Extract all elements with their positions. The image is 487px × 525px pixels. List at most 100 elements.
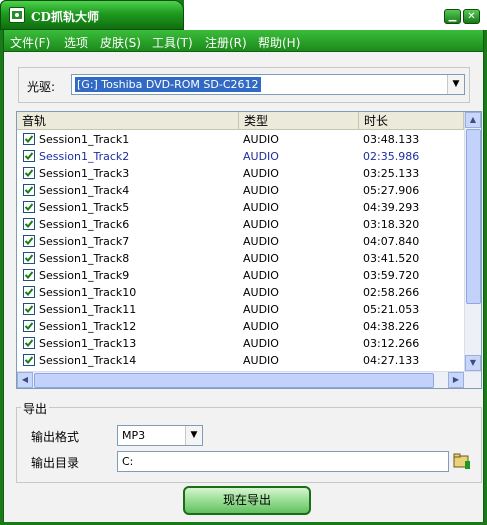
table-row[interactable]: Session1_Track1 AUDIO 03:48.133 <box>17 131 464 148</box>
scroll-down-button[interactable]: ▼ <box>465 355 481 371</box>
menu-help[interactable]: 帮助(H) <box>258 34 300 51</box>
vertical-scrollbar[interactable]: ▲ ▼ <box>464 112 481 371</box>
track-duration: 03:41.520 <box>363 252 420 265</box>
track-checkbox[interactable] <box>23 235 35 247</box>
track-checkbox[interactable] <box>23 252 35 264</box>
menu-tools[interactable]: 工具(T) <box>152 34 193 51</box>
track-duration: 03:18.320 <box>363 218 420 231</box>
track-duration: 05:27.906 <box>363 184 420 197</box>
track-type: AUDIO <box>243 252 279 265</box>
checkmark-icon <box>24 186 34 194</box>
column-header-duration[interactable]: 时长 <box>359 112 464 130</box>
close-button[interactable]: ✕ <box>463 9 480 24</box>
drive-dropdown-button[interactable]: ▼ <box>447 75 464 94</box>
track-checkbox[interactable] <box>23 201 35 213</box>
arrow-up-icon: ▲ <box>469 115 477 124</box>
folder-icon <box>453 453 470 469</box>
checkmark-icon <box>24 305 34 313</box>
format-select[interactable]: MP3 ▼ <box>117 425 203 446</box>
track-name: Session1_Track4 <box>39 184 130 197</box>
format-label: 输出格式 <box>31 430 80 444</box>
track-name: Session1_Track9 <box>39 269 130 282</box>
table-row[interactable]: Session1_Track12 AUDIO 04:38.226 <box>17 318 464 335</box>
table-row[interactable]: Session1_Track3 AUDIO 03:25.133 <box>17 165 464 182</box>
track-checkbox[interactable] <box>23 167 35 179</box>
client-area: 文件(F) 选项 皮肤(S) 工具(T) 注册(R) 帮助(H) 光驱: [G:… <box>3 30 484 522</box>
track-checkbox[interactable] <box>23 303 35 315</box>
format-dropdown-button[interactable]: ▼ <box>185 426 202 445</box>
table-row[interactable]: Session1_Track5 AUDIO 04:39.293 <box>17 199 464 216</box>
track-checkbox[interactable] <box>23 320 35 332</box>
export-legend: 导出 <box>21 400 50 417</box>
scroll-left-button[interactable]: ◀ <box>17 372 33 388</box>
scroll-up-button[interactable]: ▲ <box>465 112 481 128</box>
track-checkbox[interactable] <box>23 286 35 298</box>
arrow-down-icon: ▼ <box>469 358 477 367</box>
table-row[interactable]: Session1_Track10 AUDIO 02:58.266 <box>17 284 464 301</box>
track-duration: 04:38.226 <box>363 320 420 333</box>
checkmark-icon <box>24 203 34 211</box>
export-now-button[interactable]: 现在导出 <box>183 486 311 515</box>
scroll-right-button[interactable]: ▶ <box>448 372 464 388</box>
track-checkbox[interactable] <box>23 218 35 230</box>
track-list[interactable]: 音轨 类型 时长 Session1_Track1 AUDIO 03:48.133 Se… <box>16 111 482 389</box>
track-type: AUDIO <box>243 320 279 333</box>
title-bar[interactable]: CD抓轨大师 ▁ ✕ <box>0 0 487 30</box>
table-row[interactable]: Session1_Track13 AUDIO 03:12.266 <box>17 335 464 352</box>
track-name: Session1_Track13 <box>39 337 137 350</box>
track-checkbox[interactable] <box>23 337 35 349</box>
track-type: AUDIO <box>243 337 279 350</box>
vertical-scroll-thumb[interactable] <box>466 129 481 304</box>
column-header-track[interactable]: 音轨 <box>17 112 239 130</box>
track-duration: 03:48.133 <box>363 133 420 146</box>
table-row[interactable]: Session1_Track4 AUDIO 05:27.906 <box>17 182 464 199</box>
checkmark-icon <box>24 152 34 160</box>
track-type: AUDIO <box>243 184 279 197</box>
track-type: AUDIO <box>243 218 279 231</box>
table-row[interactable]: Session1_Track2 AUDIO 02:35.986 <box>17 148 464 165</box>
track-type: AUDIO <box>243 201 279 214</box>
track-name: Session1_Track5 <box>39 201 130 214</box>
browse-folder-button[interactable] <box>453 452 471 470</box>
export-group: 导出 输出格式 MP3 ▼ 输出目录 C: <box>16 400 482 483</box>
track-name: Session1_Track7 <box>39 235 130 248</box>
track-checkbox[interactable] <box>23 184 35 196</box>
title-bar-space: ▁ ✕ <box>184 0 487 30</box>
chevron-down-icon: ▼ <box>190 430 198 440</box>
track-duration: 04:07.840 <box>363 235 420 248</box>
column-header-type[interactable]: 类型 <box>239 112 359 130</box>
menu-file[interactable]: 文件(F) <box>10 34 50 51</box>
track-name: Session1_Track8 <box>39 252 130 265</box>
menu-skin[interactable]: 皮肤(S) <box>100 34 141 51</box>
track-checkbox[interactable] <box>23 269 35 281</box>
track-duration: 04:27.133 <box>363 354 420 367</box>
checkmark-icon <box>24 339 34 347</box>
track-duration: 03:25.133 <box>363 167 420 180</box>
menu-options[interactable]: 选项 <box>64 34 88 51</box>
arrow-right-icon: ▶ <box>452 375 460 384</box>
track-name: Session1_Track11 <box>39 303 137 316</box>
track-type: AUDIO <box>243 167 279 180</box>
checkmark-icon <box>24 169 34 177</box>
track-checkbox[interactable] <box>23 133 35 145</box>
table-row[interactable]: Session1_Track14 AUDIO 04:27.133 <box>17 352 464 369</box>
minimize-button[interactable]: ▁ <box>444 9 461 24</box>
table-row[interactable]: Session1_Track7 AUDIO 04:07.840 <box>17 233 464 250</box>
table-row[interactable]: Session1_Track9 AUDIO 03:59.720 <box>17 267 464 284</box>
output-dir-input[interactable]: C: <box>117 451 449 472</box>
track-type: AUDIO <box>243 269 279 282</box>
output-dir-label: 输出目录 <box>31 456 80 470</box>
horizontal-scroll-thumb[interactable] <box>34 373 434 388</box>
track-checkbox[interactable] <box>23 150 35 162</box>
title-tab: CD抓轨大师 <box>0 0 184 30</box>
table-row[interactable]: Session1_Track11 AUDIO 05:21.053 <box>17 301 464 318</box>
track-duration: 03:12.266 <box>363 337 420 350</box>
track-checkbox[interactable] <box>23 354 35 366</box>
menu-register[interactable]: 注册(R) <box>205 34 247 51</box>
table-row[interactable]: Session1_Track8 AUDIO 03:41.520 <box>17 250 464 267</box>
drive-select[interactable]: [G:] Toshiba DVD-ROM SD-C2612 ▼ <box>71 74 465 95</box>
horizontal-scrollbar[interactable]: ◀ ▶ <box>17 371 481 388</box>
table-row[interactable]: Session1_Track6 AUDIO 03:18.320 <box>17 216 464 233</box>
checkmark-icon <box>24 254 34 262</box>
track-name: Session1_Track3 <box>39 167 130 180</box>
